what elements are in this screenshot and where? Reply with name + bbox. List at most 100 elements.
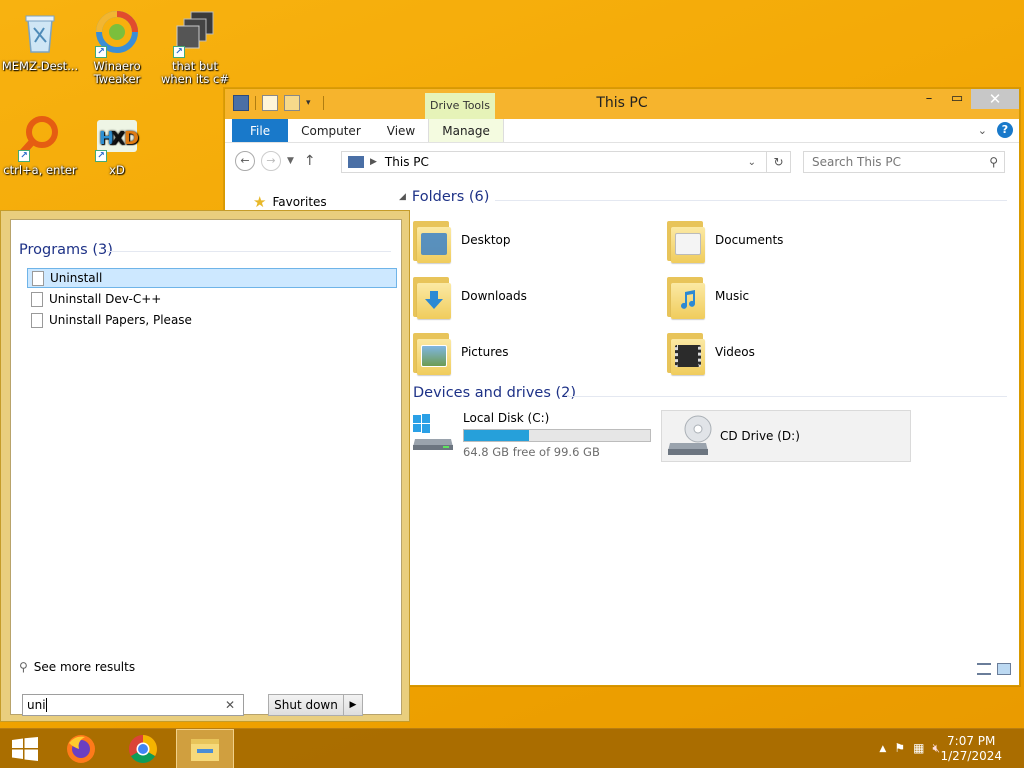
show-hidden-icons-icon[interactable]: ▲ [879, 741, 886, 757]
recent-locations-icon[interactable]: ▼ [287, 156, 294, 166]
desktop-icon-label: MEMZ-Dest... [1, 59, 79, 73]
volume-muted-icon[interactable]: 🔇︎ [932, 741, 940, 757]
folder-label: Documents [715, 233, 784, 247]
address-text: This PC [384, 155, 429, 169]
folder-label: Music [715, 289, 750, 303]
shutdown-options-arrow-icon[interactable]: ▶ [344, 700, 362, 710]
chrome-icon [129, 735, 157, 763]
music-folder-icon [665, 273, 707, 319]
folder-music[interactable]: Music [665, 273, 749, 319]
svg-text:D: D [124, 128, 139, 149]
folders-header[interactable]: ◢ Folders (6) [399, 189, 489, 205]
computer-icon [348, 156, 364, 168]
desktop-icon-ctrl-a-enter[interactable]: ↗ ctrl+a, enter [0, 112, 80, 177]
ribbon-tabs: File Computer View Manage ⌄ ? [225, 119, 1019, 143]
folder-videos[interactable]: Videos [665, 329, 755, 375]
start-button[interactable] [0, 729, 50, 768]
downloads-folder-icon [411, 273, 453, 319]
action-center-flag-icon[interactable]: ⚑ [894, 741, 905, 757]
hard-disk-icon [411, 411, 455, 453]
desktop-icon-recycle-bin[interactable]: MEMZ-Dest... [0, 8, 80, 73]
tab-computer[interactable]: Computer [288, 119, 374, 142]
drive-d[interactable]: CD Drive (D:) [661, 410, 911, 462]
firefox-icon [67, 735, 95, 763]
document-icon [31, 291, 43, 307]
taskbar: ▲ ⚑ ▦ 🔇︎ 7:07 PM 1/27/2024 [0, 728, 1024, 768]
recycle-bin-icon [16, 8, 64, 56]
devices-header[interactable]: Devices and drives (2) [413, 385, 576, 401]
clear-search-icon[interactable]: ✕ [225, 695, 235, 715]
back-button[interactable]: ← [235, 151, 255, 171]
section-divider [107, 251, 391, 252]
folders-header-label: Folders (6) [411, 189, 490, 205]
svg-text:X: X [111, 128, 125, 149]
up-button[interactable]: ↑ [304, 153, 316, 169]
programs-header: Programs (3) [19, 242, 113, 258]
program-label: Uninstall [50, 271, 103, 285]
address-dropdown-icon[interactable]: ⌄ [748, 157, 756, 168]
breadcrumb-separator-icon: ▶ [370, 157, 377, 167]
taskbar-file-explorer[interactable] [176, 729, 234, 768]
star-icon: ★ [253, 193, 267, 211]
videos-folder-icon [665, 329, 707, 375]
desktop-folder-icon [411, 217, 453, 263]
window-titlebar[interactable]: ▾ Drive Tools This PC – ▭ ✕ [225, 89, 1019, 119]
system-tray: ▲ ⚑ ▦ 🔇︎ [879, 741, 940, 757]
devices-header-label: Devices and drives (2) [413, 385, 577, 401]
desktop-icon-winaero[interactable]: ↗ Winaero Tweaker [77, 8, 157, 86]
program-label: Uninstall Dev-C++ [49, 292, 162, 306]
taskbar-chrome[interactable] [114, 729, 172, 768]
program-result[interactable]: Uninstall [27, 268, 397, 288]
folder-downloads[interactable]: Downloads [411, 273, 527, 319]
folder-desktop[interactable]: Desktop [411, 217, 511, 263]
tab-view[interactable]: View [374, 119, 428, 142]
desktop-icon-xd[interactable]: H X D ↗ xD [77, 112, 157, 177]
folder-documents[interactable]: Documents [665, 217, 783, 263]
drive-usage-bar [463, 429, 651, 442]
drive-c[interactable]: Local Disk (C:) 64.8 GB free of 99.6 GB [411, 411, 651, 459]
drive-name: Local Disk (C:) [463, 411, 550, 425]
desktop-icon-label: Winaero Tweaker [93, 59, 141, 86]
maximize-button[interactable]: ▭ [943, 89, 971, 109]
shortcut-arrow-icon: ↗ [18, 150, 30, 162]
desktop-icon-label: ctrl+a, enter [3, 163, 77, 177]
program-result[interactable]: Uninstall Papers, Please [27, 310, 397, 330]
search-icon: ⚲ [19, 660, 28, 674]
see-more-label: See more results [33, 660, 136, 674]
minimize-button[interactable]: – [915, 89, 943, 109]
folder-label: Downloads [461, 289, 527, 303]
nav-pane-favorites[interactable]: ★ Favorites [253, 193, 327, 211]
desktop-icon-that-but-when[interactable]: ↗ that but when its c# [155, 8, 235, 86]
taskbar-firefox[interactable] [52, 729, 110, 768]
drive-free-space: 64.8 GB free of 99.6 GB [463, 445, 600, 459]
close-button[interactable]: ✕ [971, 89, 1019, 109]
expand-ribbon-icon[interactable]: ⌄ [978, 124, 987, 137]
help-icon[interactable]: ? [997, 122, 1013, 138]
clock-time: 7:07 PM [947, 734, 996, 748]
search-box[interactable]: Search This PC ⚲ [803, 151, 1005, 173]
program-result[interactable]: Uninstall Dev-C++ [27, 289, 397, 309]
winaero-tweaker-icon: ↗ [93, 8, 141, 58]
tab-manage[interactable]: Manage [428, 119, 504, 142]
documents-folder-icon [665, 217, 707, 263]
details-view-icon[interactable] [977, 663, 991, 675]
text-cursor [45, 698, 47, 712]
see-more-results-link[interactable]: ⚲ See more results [19, 660, 135, 674]
search-placeholder: Search This PC [812, 155, 901, 169]
folder-label: Videos [715, 345, 755, 359]
forward-button[interactable]: → [261, 151, 281, 171]
large-icons-view-icon[interactable] [997, 663, 1011, 675]
folder-pictures[interactable]: Pictures [411, 329, 509, 375]
start-search-input[interactable]: uni ✕ [22, 694, 244, 716]
favorites-label: Favorites [272, 195, 327, 209]
address-bar[interactable]: ▶ This PC ⌄ [341, 151, 791, 173]
shutdown-button[interactable]: Shut down ▶ [268, 694, 363, 716]
pictures-folder-icon [411, 329, 453, 375]
refresh-button[interactable]: ↻ [766, 151, 790, 173]
tab-file[interactable]: File [232, 119, 289, 142]
network-icon[interactable]: ▦ [913, 741, 924, 757]
file-explorer-icon [191, 739, 219, 761]
drive-usage-fill [464, 430, 529, 441]
search-results-pane: Programs (3) Uninstall Uninstall Dev-C++… [10, 219, 402, 716]
clock[interactable]: 7:07 PM 1/27/2024 [940, 734, 1002, 764]
